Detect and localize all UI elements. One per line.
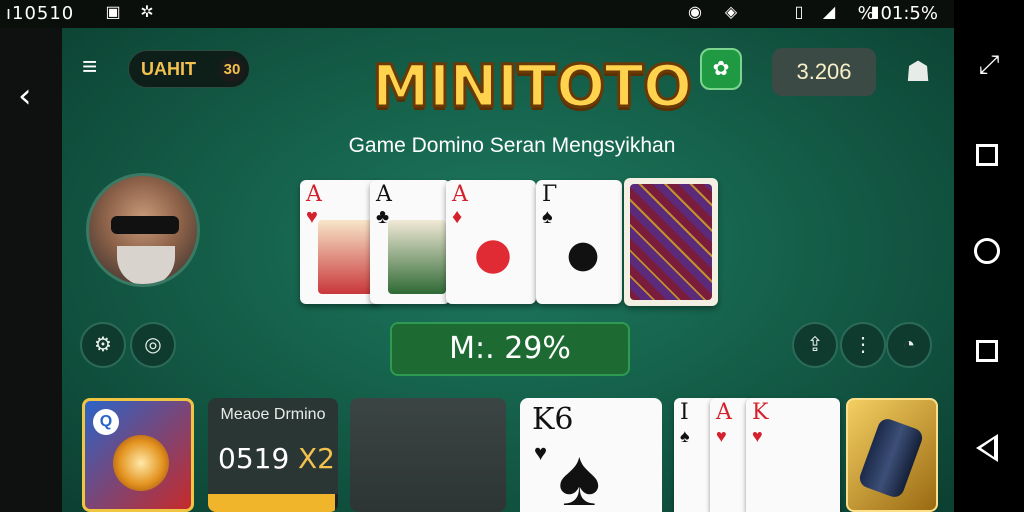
vibrate-icon: ▯	[794, 4, 804, 21]
recents-icon[interactable]	[976, 340, 998, 362]
bug-icon: ✲	[140, 4, 154, 21]
rotate-icon[interactable]: ⤢	[972, 48, 1006, 82]
menu-icon[interactable]: ≡	[82, 53, 110, 79]
big-card-suit: ♥	[534, 440, 548, 465]
avatar-glasses	[111, 216, 179, 234]
emblem-icon	[113, 435, 169, 491]
target-icon[interactable]: ◎	[130, 322, 176, 368]
card-art	[318, 220, 376, 294]
hand-card-suit: ♠	[680, 426, 690, 446]
game-area: ≡ UAHIT 30 MINITOTO Game Domino Seran Me…	[62, 28, 954, 512]
nfc-icon: ◈	[724, 4, 738, 21]
bonus-icon[interactable]: ✿	[700, 48, 742, 90]
game-subtitle: Game Domino Seran Mengsyikhan	[348, 134, 676, 157]
card-rank: A	[452, 182, 468, 207]
avatar[interactable]	[86, 173, 200, 287]
hand-card[interactable]: K ♥	[746, 398, 840, 512]
balance-display: 3.206	[772, 48, 876, 96]
back-icon[interactable]	[976, 434, 998, 462]
home-icon[interactable]	[974, 238, 1000, 264]
system-nav-bar: ⤢	[954, 0, 1024, 512]
hand-card-rank: I	[680, 400, 689, 425]
status-right-text: % 01:5%	[857, 3, 938, 24]
chip-label: UAHIT	[141, 59, 196, 79]
level-chip[interactable]: UAHIT 30	[128, 50, 250, 88]
game-thumbnail[interactable]: Q	[82, 398, 194, 512]
signal-icon: ◢	[822, 4, 836, 21]
chevron-left-icon[interactable]: ‹	[18, 76, 32, 116]
profile-icon[interactable]: ☗	[898, 52, 938, 92]
tile-progress-fill	[208, 494, 336, 512]
game-logo: MINITOTO	[371, 51, 694, 122]
chat-icon[interactable]: ◔	[886, 322, 932, 368]
tile-multiplier: X2	[298, 442, 335, 475]
big-card[interactable]: K6 ♥ ♠	[520, 398, 662, 512]
hand-card-rank: K	[752, 400, 769, 425]
more-icon[interactable]: ⋮	[840, 322, 886, 368]
square-icon[interactable]	[976, 144, 998, 166]
card-art	[554, 220, 612, 294]
can-icon	[857, 416, 925, 500]
status-bar: ı10510 ▣ ✲ ◉ ◈ ▯ ◢ ▮ % 01:5%	[0, 0, 954, 28]
alarm-icon: ◉	[688, 4, 702, 21]
hand-card-suit: ♥	[752, 426, 763, 446]
status-time: ı10510	[6, 3, 75, 24]
card-back[interactable]	[624, 178, 718, 306]
empty-tile[interactable]	[350, 398, 506, 512]
hand-card-rank: A	[716, 400, 732, 425]
hand-card-suit: ♥	[716, 426, 727, 446]
settings-icon[interactable]: ⚙	[80, 322, 126, 368]
left-strip: ‹	[0, 28, 62, 512]
gallery-icon: ▣	[105, 4, 121, 21]
card-art	[388, 220, 446, 294]
big-card-rank: K6	[532, 402, 574, 437]
tile-progress-bar	[208, 494, 338, 512]
card-suit: ♥	[306, 206, 318, 228]
multiplier-banner[interactable]: M:. 29%	[390, 322, 630, 376]
share-icon[interactable]: ⇪	[792, 322, 838, 368]
card-rank: A	[306, 182, 322, 207]
table-card[interactable]: A ♣	[370, 180, 450, 304]
chip-badge: 30	[219, 57, 245, 83]
tile-name: Meaoe Drmino	[220, 406, 326, 423]
q-badge-icon: Q	[93, 409, 119, 435]
card-back-pattern	[630, 184, 712, 300]
table-card[interactable]: A ♦	[446, 180, 536, 304]
game-info-tile[interactable]: Meaoe Drmino 0519 X2	[208, 398, 338, 512]
card-suit: ♠	[542, 206, 553, 228]
avatar-beard	[117, 246, 175, 284]
big-card-spade-icon: ♠	[558, 433, 601, 512]
card-suit: ♦	[452, 206, 463, 228]
table-card[interactable]: Γ ♠	[536, 180, 622, 304]
card-art	[464, 220, 522, 294]
card-rank: A	[376, 182, 392, 207]
table-card[interactable]: A ♥	[300, 180, 380, 304]
tile-score: 0519	[218, 442, 290, 475]
card-rank: Γ	[542, 182, 558, 207]
bonus-can-tile[interactable]	[846, 398, 938, 512]
